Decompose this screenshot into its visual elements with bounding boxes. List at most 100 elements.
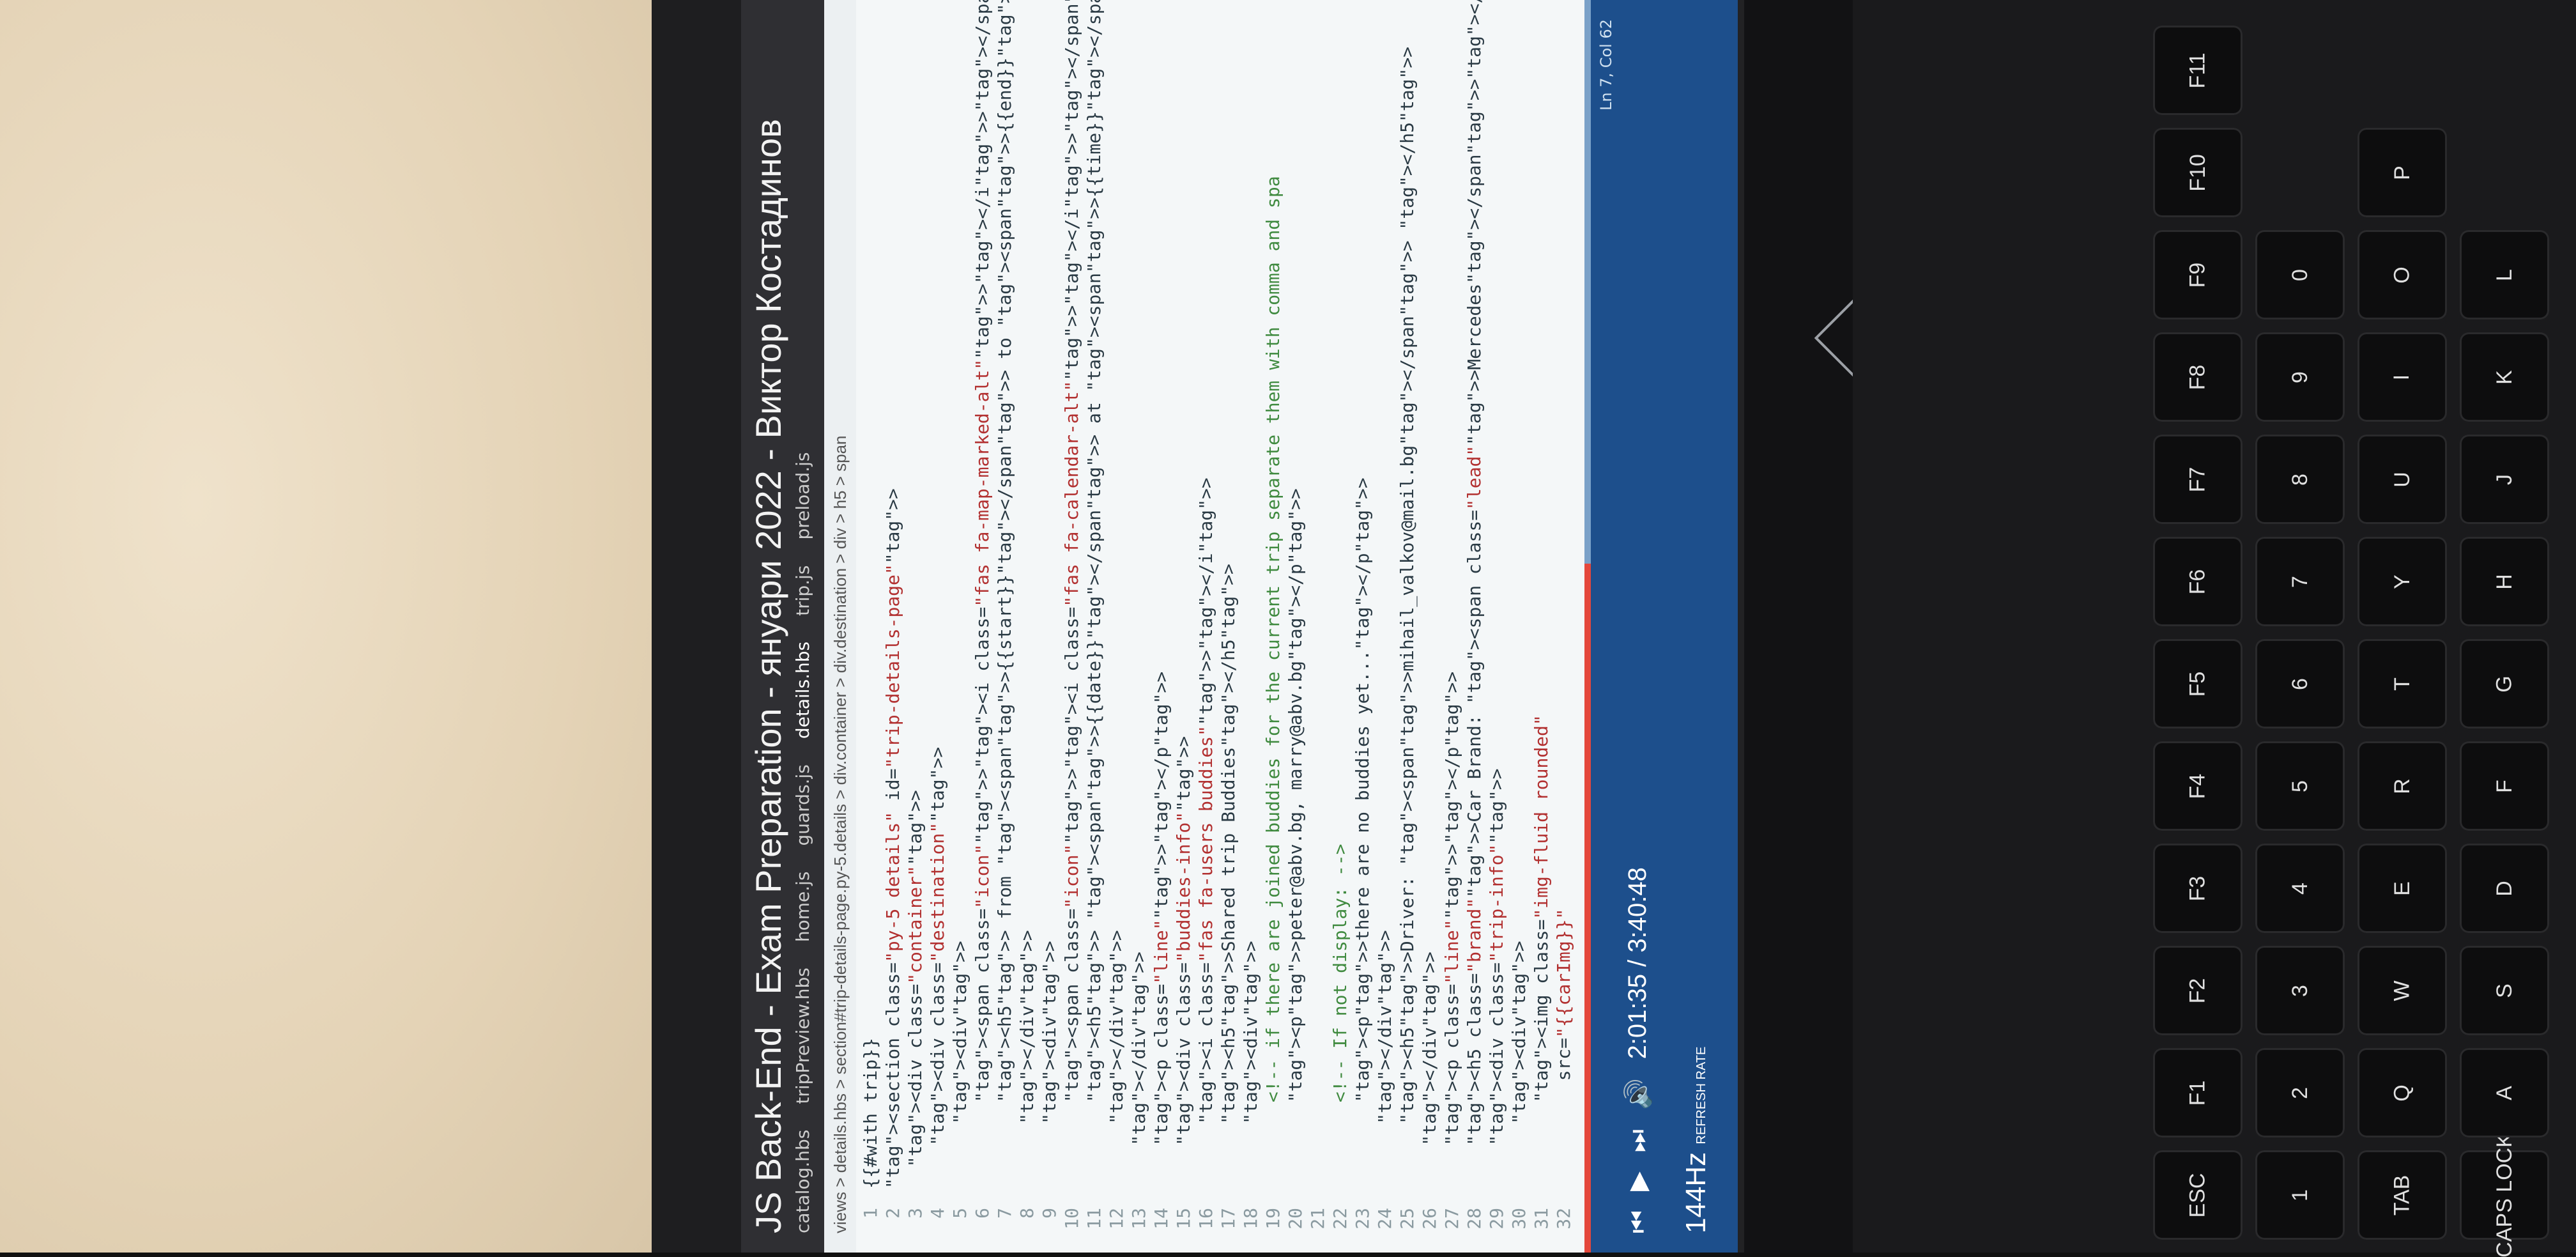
key-w[interactable]: W — [2358, 946, 2447, 1035]
code-line[interactable]: 11 "tag"><h5"tag">> "tag"><span"tag">>{{… — [1083, 0, 1106, 1253]
code-line[interactable]: 14 "tag"><p class="line""tag">>"tag"></p… — [1150, 672, 1173, 1253]
key-i[interactable]: I — [2358, 332, 2447, 422]
code-line[interactable]: 20 "tag"><p"tag">>peter@abv.bg, marry@ab… — [1284, 488, 1307, 1253]
key-9[interactable]: 9 — [2255, 332, 2345, 422]
key-f10[interactable]: F10 — [2153, 128, 2242, 217]
line-number: 4 — [927, 1208, 948, 1219]
key-h[interactable]: H — [2460, 537, 2549, 626]
key-p[interactable]: P — [2358, 128, 2447, 217]
line-text: "tag"><h5"tag">> "tag"><span"tag">>{{dat… — [1084, 0, 1105, 1103]
key-f[interactable]: F — [2460, 741, 2549, 831]
code-line[interactable]: 21 — [1307, 1189, 1330, 1253]
key-f2[interactable]: F2 — [2153, 946, 2242, 1035]
code-line[interactable]: 9 "tag"><div"tag">> — [1038, 941, 1061, 1253]
tab-details-hbs[interactable]: details.hbs — [792, 642, 822, 739]
code-line[interactable]: 25 "tag"><h5"tag">>Driver: "tag"><span"t… — [1396, 47, 1419, 1253]
code-line[interactable]: 3 "tag"><div class="container""tag">> — [904, 790, 927, 1253]
key-o[interactable]: O — [2358, 230, 2447, 320]
key-y[interactable]: Y — [2358, 537, 2447, 626]
key-f7[interactable]: F7 — [2153, 435, 2242, 524]
code-line[interactable]: 19 <!-- if there are joined buddies for … — [1262, 176, 1285, 1253]
key-3[interactable]: 3 — [2255, 946, 2345, 1035]
key-4[interactable]: 4 — [2255, 844, 2345, 933]
key-u[interactable]: U — [2358, 435, 2447, 524]
key-f3[interactable]: F3 — [2153, 844, 2242, 933]
code-line[interactable]: 31 "tag"><img class="img-fluid rounded" — [1530, 714, 1553, 1253]
key-f11[interactable]: F11 — [2153, 26, 2242, 115]
key-g[interactable]: G — [2460, 639, 2549, 729]
key-k[interactable]: K — [2460, 332, 2549, 422]
key-tab[interactable]: TAB — [2358, 1150, 2447, 1240]
code-line[interactable]: 13 "tag"></div"tag">> — [1128, 952, 1151, 1253]
key-f4[interactable]: F4 — [2153, 741, 2242, 831]
key-s[interactable]: S — [2460, 946, 2549, 1035]
code-line[interactable]: 32 src="{{carImg}}" — [1552, 909, 1575, 1253]
code-line[interactable]: 30 "tag"><div"tag">> — [1508, 941, 1531, 1253]
key-d[interactable]: D — [2460, 844, 2549, 933]
line-number: 28 — [1464, 1208, 1485, 1230]
key-q[interactable]: Q — [2358, 1048, 2447, 1137]
key-caps-lock[interactable]: CAPS LOCK — [2460, 1133, 2549, 1257]
code-line[interactable]: 27 "tag"><p class="line""tag">>"tag"></p… — [1441, 672, 1464, 1253]
key-a[interactable]: A — [2460, 1048, 2549, 1137]
line-number: 16 — [1195, 1208, 1216, 1230]
code-line[interactable]: 12 "tag"></div"tag">> — [1105, 930, 1128, 1253]
key-0[interactable]: 0 — [2255, 230, 2345, 320]
tab-guards-js[interactable]: guards.js — [792, 764, 822, 845]
code-line[interactable]: 23 "tag"><p"tag">>there are no buddies y… — [1351, 477, 1374, 1253]
code-line[interactable]: 24 "tag"></div"tag">> — [1374, 930, 1397, 1253]
key-l[interactable]: L — [2460, 230, 2549, 320]
key-f8[interactable]: F8 — [2153, 332, 2242, 422]
key-label: O — [2389, 266, 2414, 284]
key-2[interactable]: 2 — [2255, 1048, 2345, 1137]
tab-tripPreview-hbs[interactable]: tripPreview.hbs — [792, 968, 822, 1104]
code-line[interactable]: 28 "tag"><h5 class="brand""tag">>Car Bra… — [1463, 0, 1486, 1253]
key-6[interactable]: 6 — [2255, 639, 2345, 729]
key-label: F11 — [2185, 52, 2210, 89]
code-line[interactable]: 8 "tag"></div"tag">> — [1016, 930, 1039, 1253]
line-text: "tag"><img class="img-fluid rounded" — [1531, 714, 1552, 1103]
tab-preload-js[interactable]: preload.js — [792, 452, 822, 540]
code-line[interactable]: 18 "tag"><div"tag">> — [1239, 941, 1262, 1253]
key-e[interactable]: E — [2358, 844, 2447, 933]
key-esc[interactable]: ESC — [2153, 1150, 2242, 1240]
skip-back-icon[interactable]: ⏮ — [1623, 1210, 1653, 1233]
key-r[interactable]: R — [2358, 741, 2447, 831]
key-label: 6 — [2287, 677, 2312, 690]
code-line[interactable]: 22 <!-- If not display: --> — [1329, 844, 1352, 1253]
key-5[interactable]: 5 — [2255, 741, 2345, 831]
code-line[interactable]: 16 "tag"><i class="fas fa-users buddies"… — [1195, 477, 1218, 1253]
key-f1[interactable]: F1 — [2153, 1048, 2242, 1137]
line-number: 8 — [1016, 1208, 1038, 1219]
play-icon[interactable]: ▶ — [1623, 1171, 1653, 1191]
key-1[interactable]: 1 — [2255, 1150, 2345, 1240]
code-line[interactable]: 10 "tag"><span class="icon""tag">>"tag">… — [1061, 0, 1084, 1253]
skip-forward-icon[interactable]: ⏭ — [1623, 1129, 1653, 1152]
code-line[interactable]: 7 "tag"><h5"tag">> from "tag"><span"tag"… — [993, 0, 1016, 1253]
code-line[interactable]: 15 "tag"><div class="buddies-info""tag">… — [1172, 736, 1195, 1253]
code-line[interactable]: 29 "tag"><div class="trip-info""tag">> — [1485, 769, 1508, 1253]
key-t[interactable]: T — [2358, 639, 2447, 729]
key-label: F6 — [2185, 569, 2210, 594]
line-number: 11 — [1084, 1208, 1105, 1230]
key-f9[interactable]: F9 — [2153, 230, 2242, 320]
key-j[interactable]: J — [2460, 435, 2549, 524]
line-number: 7 — [994, 1208, 1015, 1219]
key-f6[interactable]: F6 — [2153, 537, 2242, 626]
key-8[interactable]: 8 — [2255, 435, 2345, 524]
tab-catalog-hbs[interactable]: catalog.hbs — [792, 1130, 822, 1233]
code-line[interactable]: 4 "tag"><div class="destination""tag">> — [926, 747, 949, 1253]
code-line[interactable]: 2 "tag"><section class="py-5 details" id=… — [882, 488, 905, 1253]
key-f5[interactable]: F5 — [2153, 639, 2242, 729]
code-line[interactable]: 17 "tag"><h5"tag">>Shared trip Buddies"t… — [1217, 564, 1240, 1253]
tab-home-js[interactable]: home.js — [792, 871, 822, 942]
key-7[interactable]: 7 — [2255, 537, 2345, 626]
volume-icon[interactable]: 🔊 — [1623, 1078, 1653, 1110]
code-line[interactable]: 1 {{#with trip}} — [859, 1038, 882, 1253]
code-line[interactable]: 26 "tag"></div"tag">> — [1418, 952, 1441, 1253]
code-line[interactable]: 5 "tag"><div"tag">> — [949, 941, 972, 1253]
video-progress-track[interactable] — [1584, 0, 1591, 1253]
tab-trip-js[interactable]: trip.js — [792, 566, 822, 616]
code-line[interactable]: 6 "tag"><span class="icon""tag">>"tag"><… — [971, 0, 994, 1253]
line-number: 19 — [1262, 1208, 1284, 1230]
